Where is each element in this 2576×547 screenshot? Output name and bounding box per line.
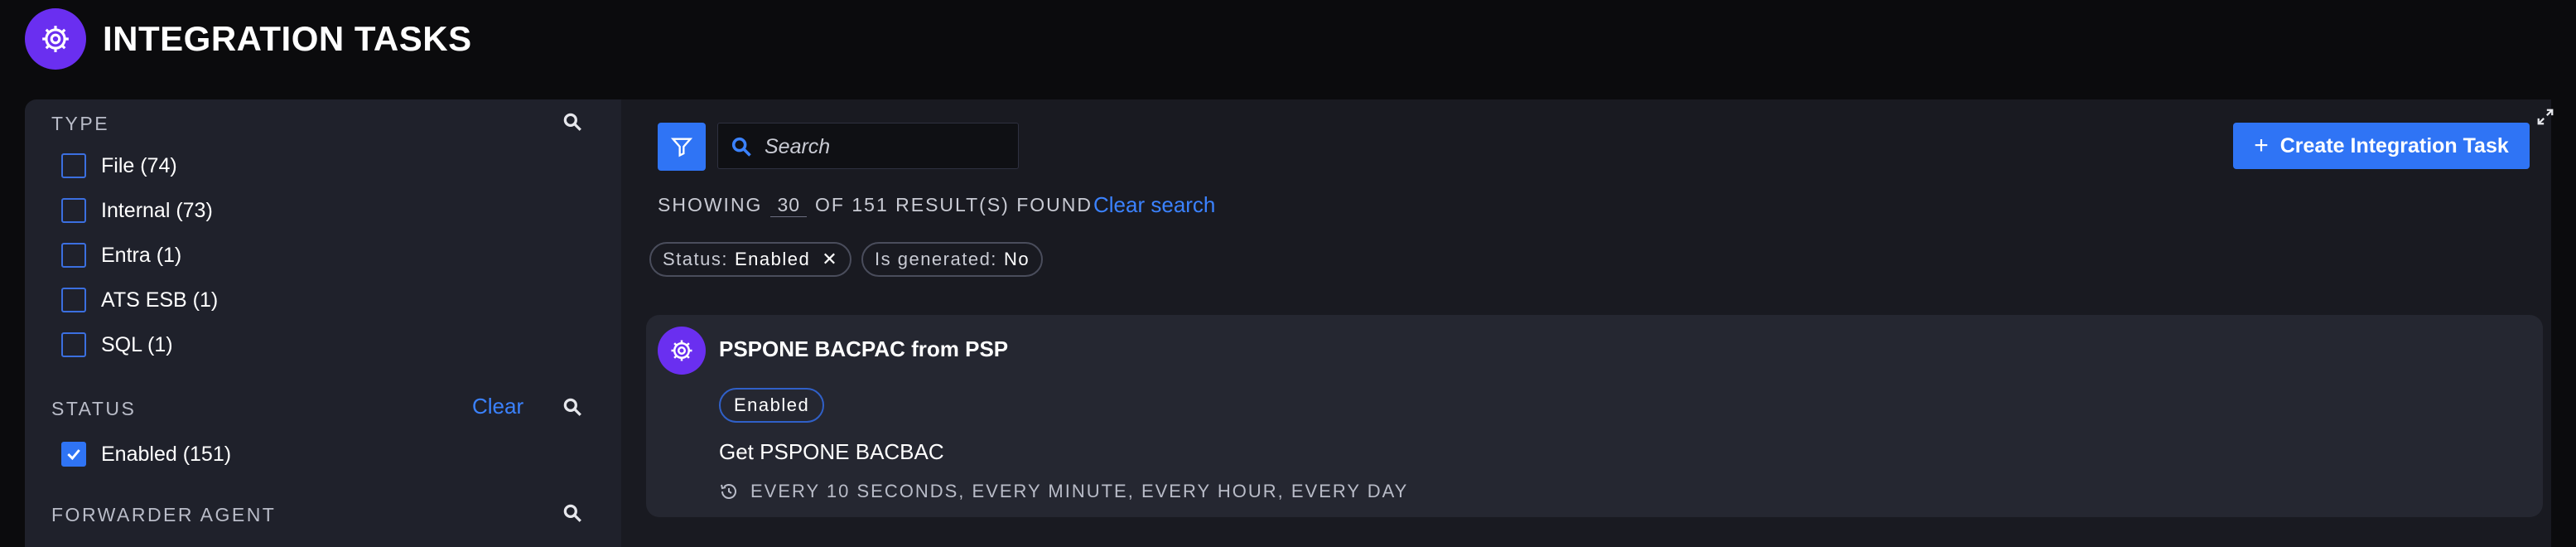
filter-chip-is-generated[interactable]: Is generated: No <box>861 242 1044 277</box>
filter-option-sql[interactable]: SQL (1) <box>61 330 173 360</box>
close-icon[interactable]: ✕ <box>822 249 838 270</box>
history-icon <box>721 484 736 499</box>
filter-toggle-button[interactable] <box>658 123 706 171</box>
search-icon <box>731 137 751 157</box>
filter-icon <box>670 138 693 157</box>
create-integration-task-button[interactable]: + Create Integration Task <box>2233 123 2530 169</box>
filter-option-label: File (74) <box>101 153 177 177</box>
status-clear-link[interactable]: Clear <box>472 394 523 419</box>
filter-option-enabled[interactable]: Enabled (151) <box>61 439 231 469</box>
check-icon <box>67 449 80 461</box>
status-section-heading: STATUS <box>51 398 137 419</box>
filter-sidebar: TYPE File (74) Internal (73) Entra (1) A… <box>25 99 621 547</box>
type-section-heading: TYPE <box>51 113 110 134</box>
filter-option-internal[interactable]: Internal (73) <box>61 196 213 225</box>
plus-icon: + <box>2254 132 2269 159</box>
forwarder-search-icon[interactable] <box>562 502 583 524</box>
results-summary: SHOWING 30 OF 151 RESULT(S) FOUND <box>658 194 1093 217</box>
checkbox[interactable] <box>61 243 86 268</box>
checkbox[interactable] <box>61 288 86 312</box>
status-badge: Enabled <box>719 388 825 423</box>
chip-key: Is generated: <box>875 249 997 269</box>
filter-option-label: Enabled (151) <box>101 442 232 466</box>
task-title[interactable]: PSPONE BACPAC from PSP <box>719 336 1008 362</box>
app-header: INTEGRATION TASKS <box>0 0 2576 83</box>
chip-value: No <box>1003 249 1030 269</box>
chip-value: Enabled <box>734 249 811 269</box>
task-description: Get PSPONE BACBAC <box>719 439 944 464</box>
status-search-icon[interactable] <box>562 396 583 418</box>
search-box[interactable] <box>717 123 1019 169</box>
checkbox[interactable] <box>61 198 86 223</box>
filter-option-file[interactable]: File (74) <box>61 151 177 181</box>
filter-option-entra[interactable]: Entra (1) <box>61 240 181 270</box>
clear-search-link[interactable]: Clear search <box>1093 192 1215 218</box>
gear-icon <box>25 8 86 70</box>
results-suffix: OF 151 RESULT(S) FOUND <box>815 194 1093 215</box>
checkbox-checked[interactable] <box>61 442 86 467</box>
checkbox[interactable] <box>61 153 86 178</box>
gear-icon <box>658 327 706 375</box>
results-panel: + Create Integration Task SHOWING 30 OF … <box>621 99 2554 547</box>
create-button-label: Create Integration Task <box>2279 133 2509 157</box>
chip-key: Status: <box>663 249 728 269</box>
filter-option-label: ATS ESB (1) <box>101 288 219 312</box>
forwarder-agent-heading: FORWARDER AGENT <box>51 504 277 525</box>
schedule-text: EVERY 10 SECONDS, EVERY MINUTE, EVERY HO… <box>750 481 1409 501</box>
search-input[interactable] <box>763 130 1011 163</box>
checkbox[interactable] <box>61 332 86 357</box>
filter-chip-status[interactable]: Status: Enabled ✕ <box>649 242 852 277</box>
filter-option-label: Entra (1) <box>101 243 182 267</box>
filter-option-ats-esb[interactable]: ATS ESB (1) <box>61 285 218 315</box>
expand-icon[interactable] <box>2536 108 2554 126</box>
filter-option-label: Internal (73) <box>101 198 213 222</box>
per-page-select[interactable]: 30 <box>770 194 808 217</box>
type-search-icon[interactable] <box>562 111 583 133</box>
task-card[interactable]: PSPONE BACPAC from PSP Enabled Get PSPON… <box>646 315 2543 517</box>
results-prefix: SHOWING <box>658 194 763 215</box>
task-schedule: EVERY 10 SECONDS, EVERY MINUTE, EVERY HO… <box>719 481 1408 502</box>
filter-option-label: SQL (1) <box>101 332 173 356</box>
page-title: INTEGRATION TASKS <box>103 19 472 58</box>
